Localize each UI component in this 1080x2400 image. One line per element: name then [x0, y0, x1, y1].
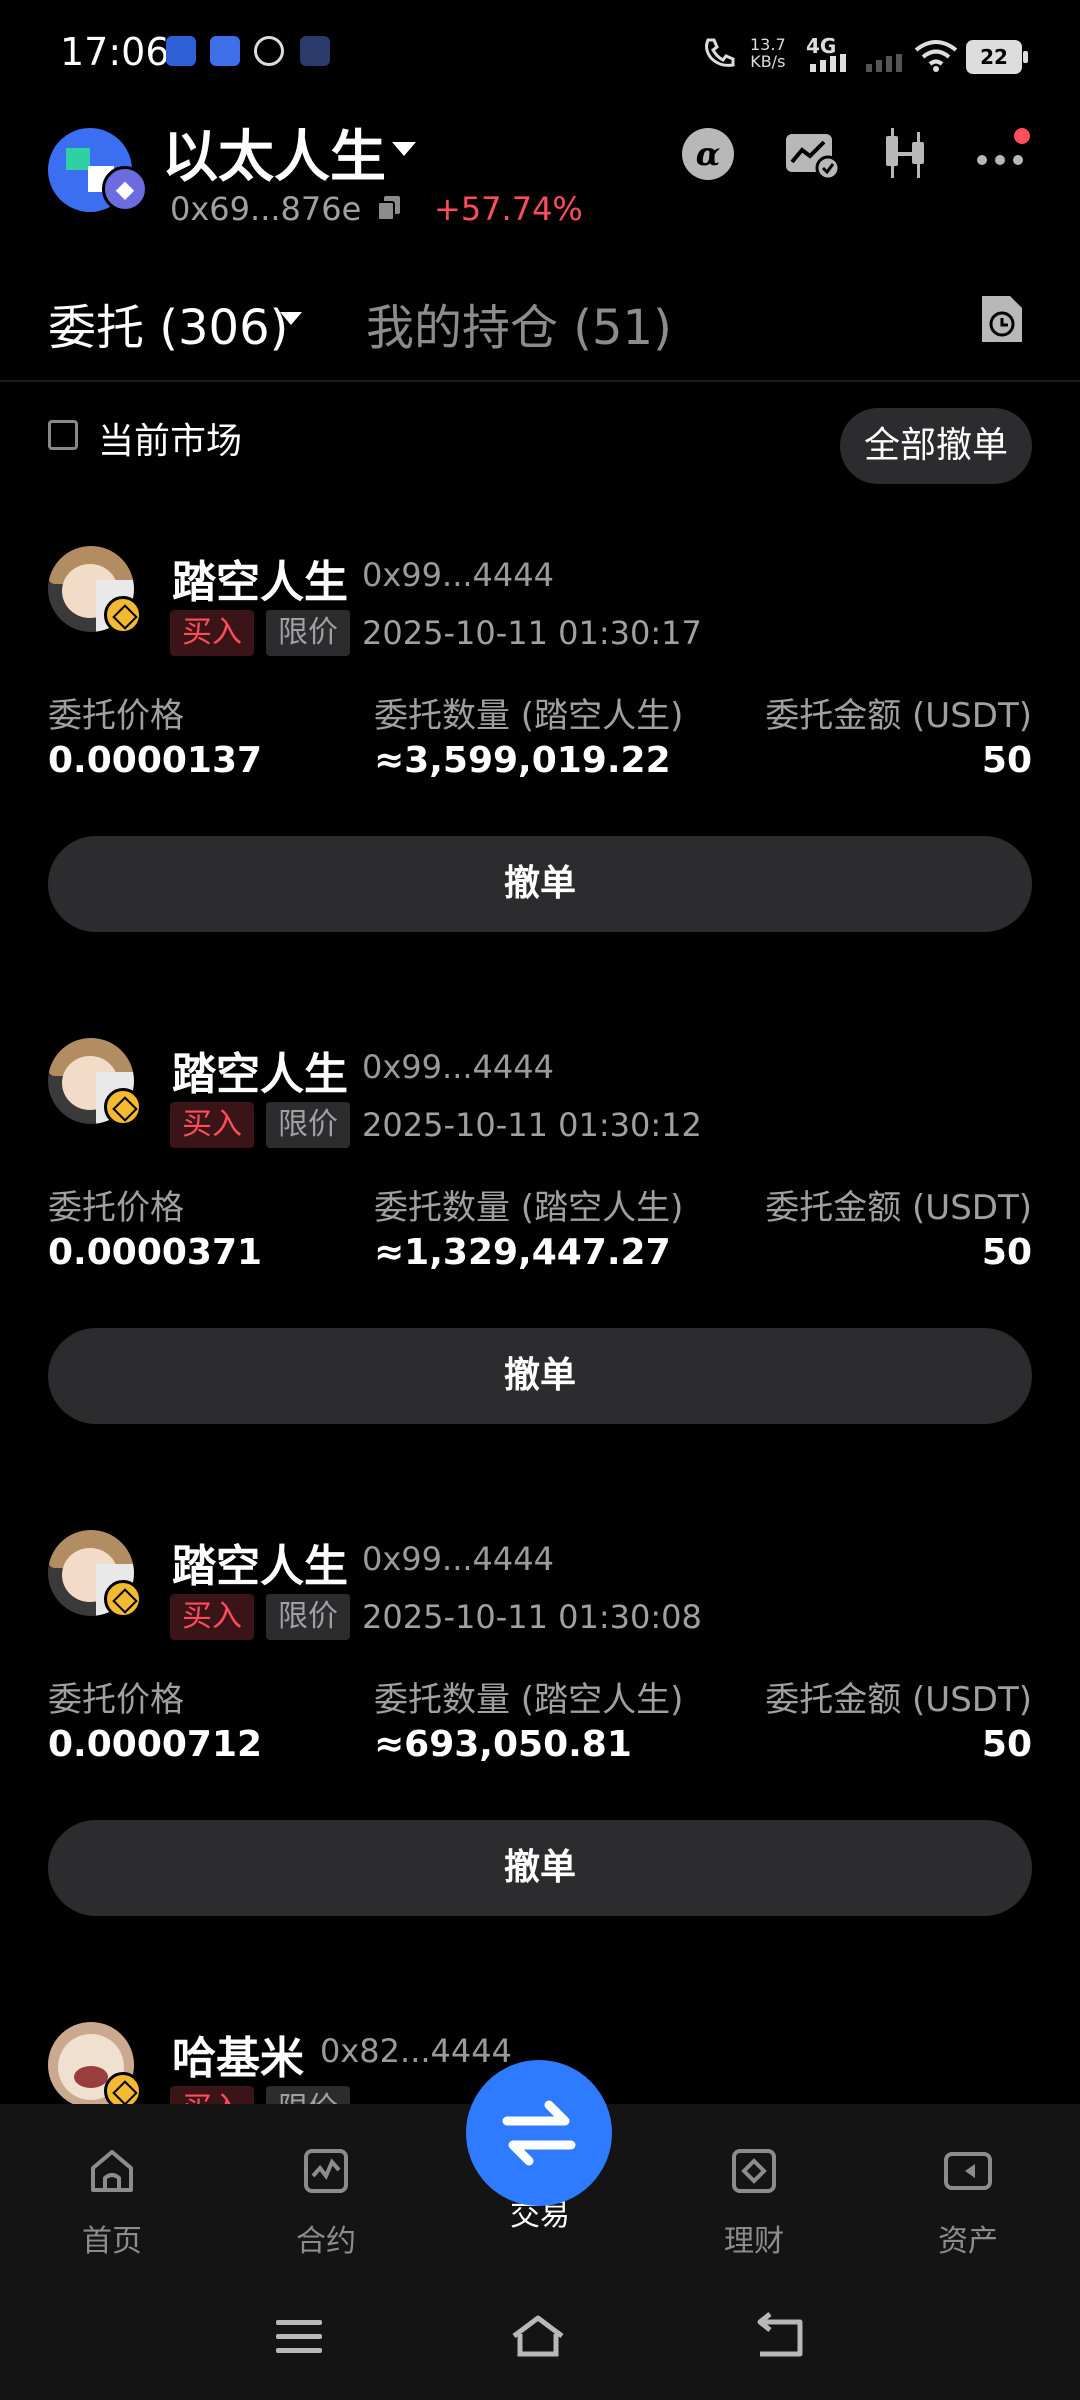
chevron-down-icon[interactable]	[280, 312, 302, 325]
total-label: 委托金额 (USDT)	[765, 696, 1032, 736]
token-name: 哈基米	[172, 2033, 304, 2084]
order-time: 2025-10-11 01:30:08	[362, 1598, 702, 1636]
wallet-name[interactable]: 以太人生	[162, 112, 386, 193]
status-app-icon	[254, 36, 284, 66]
side-badge: 买入	[170, 2086, 254, 2104]
cancel-order-button[interactable]: 撤单	[48, 1328, 1032, 1424]
nav-finance-label: 理财	[724, 2224, 784, 2259]
tab-orders[interactable]: 委托 (306)	[48, 288, 288, 358]
wallet-logo-shape	[66, 148, 90, 170]
bnb-chain-icon	[104, 2072, 142, 2104]
ethereum-icon: ◆	[102, 166, 148, 212]
nav-assets-label: 资产	[938, 2224, 998, 2259]
tab-holdings[interactable]: 我的持仓 (51)	[366, 288, 672, 358]
status-time: 17:06	[60, 30, 170, 74]
bnb-chain-icon	[104, 596, 142, 634]
contract-chart-icon	[304, 2149, 348, 2193]
total-label: 委托金额 (USDT)	[765, 1188, 1032, 1228]
order-total: 50	[981, 1232, 1032, 1273]
bnb-chain-icon	[104, 1088, 142, 1126]
token-address: 0x99...4444	[362, 1048, 554, 1086]
nav-finance[interactable]: 理财	[674, 2146, 834, 2260]
cancel-all-button[interactable]: 全部撤单	[840, 408, 1032, 484]
cancel-order-button[interactable]: 撤单	[48, 836, 1032, 932]
finance-icon	[732, 2149, 776, 2193]
cancel-order-button[interactable]: 撤单	[48, 1820, 1032, 1916]
network-speed-value: 13.7	[750, 35, 786, 54]
current-market-label[interactable]: 当前市场	[98, 412, 242, 464]
wifi-icon	[914, 40, 958, 72]
token-name: 踏空人生	[172, 557, 348, 608]
battery-indicator: 22	[966, 40, 1028, 74]
network-speed: 13.7 KB/s	[750, 36, 786, 70]
total-label: 委托金额 (USDT)	[765, 1680, 1032, 1720]
candlestick-icon[interactable]	[876, 124, 936, 184]
order-time: 2025-10-11 01:30:12	[362, 1106, 702, 1144]
status-app-icon	[210, 36, 240, 66]
nav-assets[interactable]: 资产	[888, 2146, 1048, 2260]
bnb-chain-icon	[104, 1580, 142, 1618]
status-app-icon	[300, 36, 330, 66]
order-total: 50	[981, 1724, 1032, 1765]
system-home-icon[interactable]	[510, 2312, 566, 2360]
price-label: 委托价格	[48, 1188, 184, 1228]
price-label: 委托价格	[48, 696, 184, 736]
token-address: 0x99...4444	[362, 1540, 554, 1578]
token-address: 0x82...4444	[320, 2032, 512, 2070]
signal-icon	[810, 54, 846, 72]
nav-home[interactable]: 首页	[32, 2146, 192, 2260]
order-total: 50	[981, 740, 1032, 781]
order-amount: ≈693,050.81	[374, 1724, 632, 1765]
order-card: 踏空人生 0x99...4444 买入 限价 2025-10-11 01:30:…	[0, 1038, 1080, 1498]
order-card: 踏空人生 0x99...4444 买入 限价 2025-10-11 01:30:…	[0, 1530, 1080, 1990]
order-price: 0.0000137	[48, 740, 263, 781]
nav-home-label: 首页	[82, 2224, 142, 2259]
order-type-badge: 限价	[266, 2086, 350, 2104]
wallet-address: 0x69...876e	[170, 190, 362, 228]
divider	[0, 380, 1080, 382]
order-type-badge: 限价	[266, 1102, 350, 1148]
order-price: 0.0000371	[48, 1232, 263, 1273]
wallet-pnl-change: +57.74%	[434, 190, 583, 228]
more-icon[interactable]	[972, 124, 1032, 184]
side-badge: 买入	[170, 610, 254, 656]
token-name: 踏空人生	[172, 1049, 348, 1100]
wallet-icon	[944, 2152, 992, 2190]
chevron-down-icon[interactable]	[392, 142, 416, 156]
current-market-checkbox[interactable]	[48, 420, 78, 450]
nav-contract-label: 合约	[296, 2224, 356, 2259]
side-badge: 买入	[170, 1102, 254, 1148]
copy-icon[interactable]	[378, 196, 400, 220]
order-type-badge: 限价	[266, 610, 350, 656]
svg-text:α: α	[696, 135, 721, 173]
amount-label: 委托数量 (踏空人生)	[374, 1680, 684, 1720]
signal-icon-sim2	[866, 54, 902, 72]
order-price: 0.0000712	[48, 1724, 263, 1765]
price-label: 委托价格	[48, 1680, 184, 1720]
swap-arrows-icon	[502, 2100, 576, 2166]
call-icon	[705, 38, 735, 67]
chart-check-icon[interactable]	[782, 124, 842, 184]
network-speed-unit: KB/s	[750, 52, 786, 71]
menu-icon[interactable]	[272, 2312, 328, 2360]
token-name: 踏空人生	[172, 1541, 348, 1592]
history-icon[interactable]	[978, 292, 1026, 346]
alpha-icon[interactable]: α	[678, 124, 738, 184]
amount-label: 委托数量 (踏空人生)	[374, 1188, 684, 1228]
back-icon[interactable]	[752, 2312, 808, 2360]
status-app-icon	[166, 36, 196, 66]
order-time: 2025-10-11 01:30:17	[362, 614, 702, 652]
order-amount: ≈1,329,447.27	[374, 1232, 671, 1273]
nav-contract[interactable]: 合约	[246, 2146, 406, 2260]
home-icon	[91, 2150, 133, 2192]
order-card: 踏空人生 0x99...4444 买入 限价 2025-10-11 01:30:…	[0, 546, 1080, 1006]
token-address: 0x99...4444	[362, 556, 554, 594]
amount-label: 委托数量 (踏空人生)	[374, 696, 684, 736]
side-badge: 买入	[170, 1594, 254, 1640]
trade-fab-button[interactable]	[466, 2060, 612, 2206]
order-amount: ≈3,599,019.22	[374, 740, 671, 781]
avatar-art	[74, 2066, 108, 2088]
order-type-badge: 限价	[266, 1594, 350, 1640]
